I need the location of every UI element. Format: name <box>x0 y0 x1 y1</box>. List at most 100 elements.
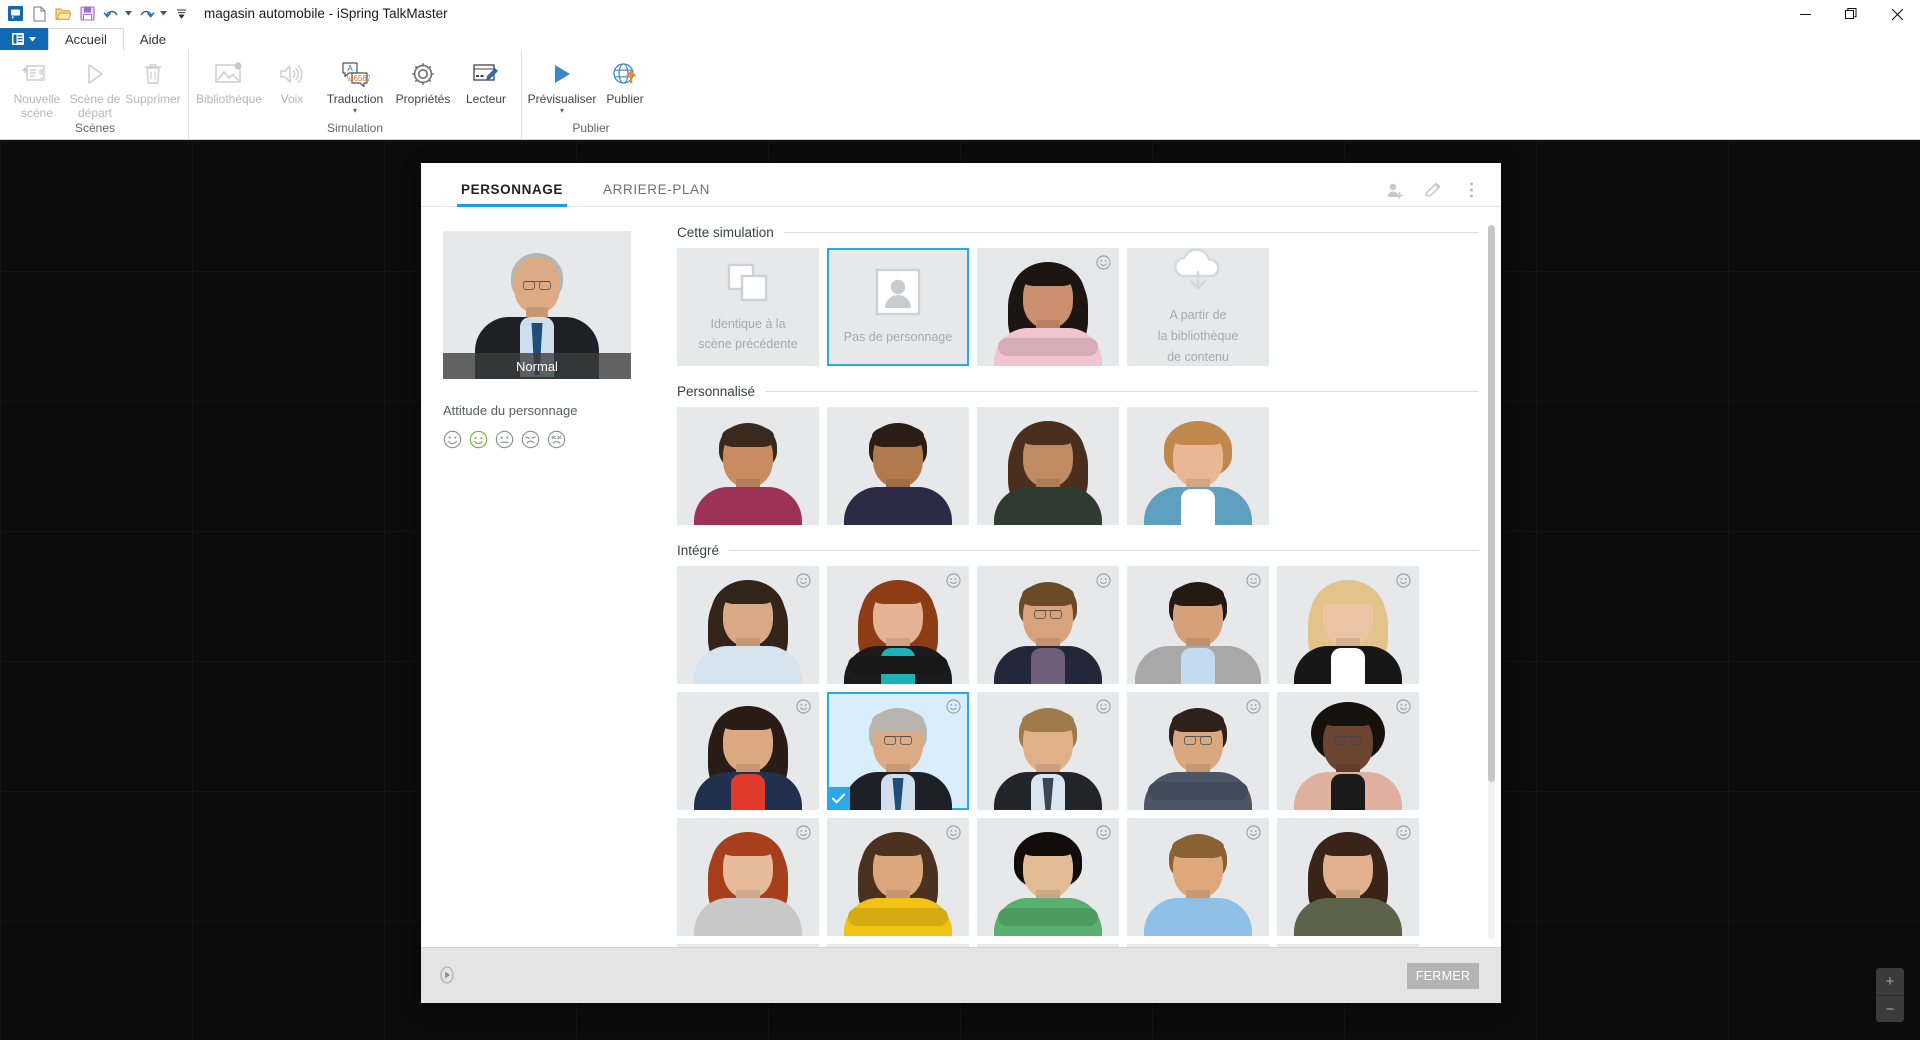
attitude-angry[interactable] <box>547 430 566 449</box>
character-card[interactable] <box>977 248 1119 366</box>
redo-icon[interactable] <box>135 3 157 25</box>
preview-label: Prévisualiser <box>527 92 597 106</box>
attitude-smiley-icon[interactable] <box>1246 699 1261 714</box>
character-card[interactable] <box>1127 566 1269 684</box>
attitude-smiley-icon[interactable] <box>946 573 961 588</box>
attitude-smiley-icon[interactable] <box>1096 825 1111 840</box>
editor-canvas[interactable]: PERSONNAGE ARRIERE-PLAN Normal Attitude … <box>0 141 1920 1040</box>
section-divider <box>783 232 1479 233</box>
zoom-in-button[interactable]: + <box>1876 968 1904 995</box>
close-button[interactable] <box>1874 0 1920 28</box>
character-card[interactable] <box>677 944 819 947</box>
dialog-tab-personnage[interactable]: PERSONNAGE <box>457 182 568 207</box>
section-header: Intégré <box>677 543 1479 558</box>
start-scene-button[interactable]: Scène de départ <box>66 54 124 121</box>
character-card[interactable] <box>977 566 1119 684</box>
delete-button[interactable]: Supprimer <box>124 54 182 107</box>
attitude-happy[interactable] <box>443 430 462 449</box>
attitude-smiley-icon[interactable] <box>1246 573 1261 588</box>
zoom-out-button[interactable]: − <box>1876 995 1904 1022</box>
character-card[interactable] <box>977 944 1119 947</box>
character-card[interactable] <box>677 818 819 936</box>
dialog-body: Normal Attitude du personnage Cette simu… <box>421 207 1501 947</box>
character-card[interactable] <box>677 566 819 684</box>
maximize-button[interactable] <box>1828 0 1874 28</box>
character-card[interactable] <box>1277 818 1419 936</box>
character-card[interactable] <box>827 818 969 936</box>
play-preview-icon[interactable] <box>437 965 459 987</box>
new-file-icon[interactable] <box>28 3 50 25</box>
attitude-neutral[interactable] <box>495 430 514 449</box>
close-dialog-button[interactable]: FERMER <box>1407 962 1479 989</box>
character-card[interactable] <box>827 944 969 947</box>
attitude-smiley-icon[interactable] <box>1396 573 1411 588</box>
gallery-scrollbar[interactable] <box>1488 225 1495 939</box>
gallery-scroll-area[interactable]: Cette simulation Identique à la scène pré… <box>677 207 1479 947</box>
attitude-smiley-icon[interactable] <box>1246 825 1261 840</box>
minimize-button[interactable] <box>1782 0 1828 28</box>
character-card[interactable] <box>827 566 969 684</box>
attitude-smiley-icon[interactable] <box>1396 699 1411 714</box>
character-card[interactable] <box>1127 818 1269 936</box>
preview-button[interactable]: Prévisualiser ▾ <box>528 54 596 114</box>
library-button[interactable]: Bibliothèque <box>195 54 263 107</box>
character-grid: Identique à la scène précédente Pas de pe… <box>677 248 1479 366</box>
customize-qat-icon[interactable] <box>170 3 192 25</box>
character-card[interactable] <box>1127 407 1269 525</box>
tab-aide[interactable]: Aide <box>124 28 182 50</box>
tab-accueil[interactable]: Accueil <box>48 28 124 50</box>
character-card[interactable]: A partir de la bibliothèque de contenu <box>1127 248 1269 366</box>
attitude-smiley-icon[interactable] <box>1096 699 1111 714</box>
file-menu-button[interactable] <box>0 28 48 50</box>
player-button[interactable]: Lecteur <box>457 54 515 107</box>
ribbon: Nouvelle scène Scène de départ Supprimer… <box>0 50 1920 140</box>
character-card[interactable]: Pas de personnage <box>827 248 969 366</box>
attitude-smiley-icon[interactable] <box>1096 573 1111 588</box>
properties-button[interactable]: Propriétés <box>389 54 457 107</box>
library-icon <box>213 57 245 91</box>
character-card[interactable] <box>827 407 969 525</box>
attitude-sad[interactable] <box>521 430 540 449</box>
attitude-smiley-icon[interactable] <box>796 825 811 840</box>
attitude-smiley-icon[interactable] <box>946 825 961 840</box>
properties-label: Propriétés <box>395 92 451 106</box>
redo-dropdown-icon[interactable] <box>159 3 168 25</box>
character-card[interactable] <box>977 692 1119 810</box>
translation-caret-icon[interactable]: ▾ <box>353 106 357 114</box>
character-card[interactable] <box>677 407 819 525</box>
dialog-tab-arriere-plan[interactable]: ARRIERE-PLAN <box>599 182 714 206</box>
app-logo-icon[interactable] <box>4 3 26 25</box>
publish-button[interactable]: Publier <box>596 54 654 107</box>
character-card[interactable] <box>977 818 1119 936</box>
character-card[interactable] <box>1277 692 1419 810</box>
translation-button[interactable]: A \u6587 Traduction ▾ <box>321 54 389 114</box>
attitude-smiley-icon[interactable] <box>1096 255 1111 270</box>
dialog-footer: FERMER <box>421 947 1501 1003</box>
attitude-smiley-icon[interactable] <box>796 699 811 714</box>
attitude-smiley-icon[interactable] <box>1396 825 1411 840</box>
character-card[interactable] <box>1277 944 1419 947</box>
add-character-icon[interactable] <box>1385 180 1405 200</box>
character-card[interactable] <box>677 692 819 810</box>
attitude-smiley-icon[interactable] <box>796 573 811 588</box>
preview-caret-icon[interactable]: ▾ <box>560 106 564 114</box>
character-card[interactable] <box>1127 944 1269 947</box>
attitude-pleased[interactable] <box>469 430 488 449</box>
undo-dropdown-icon[interactable] <box>124 3 133 25</box>
undo-icon[interactable] <box>100 3 122 25</box>
character-card[interactable] <box>1277 566 1419 684</box>
character-card[interactable] <box>827 692 969 810</box>
edit-pencil-icon[interactable] <box>1423 180 1443 200</box>
save-icon[interactable] <box>76 3 98 25</box>
attitude-smiley-icon[interactable] <box>946 699 961 714</box>
start-scene-icon <box>82 57 108 91</box>
open-folder-icon[interactable] <box>52 3 74 25</box>
ribbon-tabstrip: Accueil Aide <box>0 28 1920 50</box>
gallery-scrollbar-thumb[interactable] <box>1488 225 1495 782</box>
character-card[interactable]: Identique à la scène précédente <box>677 248 819 366</box>
voice-button[interactable]: Voix <box>263 54 321 107</box>
character-card[interactable] <box>1127 692 1269 810</box>
more-options-icon[interactable] <box>1461 180 1481 200</box>
character-card[interactable] <box>977 407 1119 525</box>
new-scene-button[interactable]: Nouvelle scène <box>8 54 66 121</box>
